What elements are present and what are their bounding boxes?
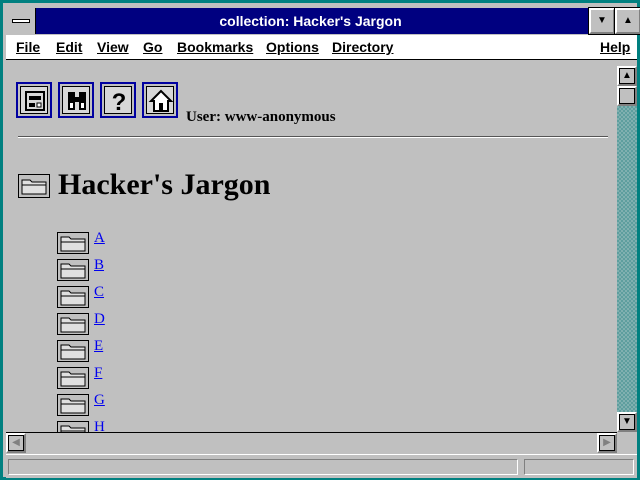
- browser-window: collection: Hacker's Jargon ▼ ▲ File Edi…: [0, 0, 640, 480]
- folder-icon: [57, 367, 89, 389]
- menu-view[interactable]: View: [97, 39, 129, 55]
- folder-icon: [57, 313, 89, 335]
- progress-indicator: [524, 459, 634, 475]
- list-item: E: [57, 338, 197, 364]
- entry-link[interactable]: G: [94, 392, 105, 409]
- scroll-track-horizontal: [26, 433, 596, 452]
- document-view: ? User: www-anonymous Hacker's Jargon AB…: [6, 66, 617, 432]
- menu-edit[interactable]: Edit: [56, 39, 82, 55]
- folder-icon[interactable]: [57, 313, 89, 335]
- folder-icon: [57, 394, 89, 416]
- entry-link[interactable]: F: [94, 365, 102, 382]
- horizontal-scrollbar[interactable]: ◀ ▶: [6, 432, 617, 453]
- menu-file[interactable]: File: [16, 39, 40, 55]
- folder-icon: [57, 259, 89, 281]
- menu-help[interactable]: Help: [600, 39, 630, 55]
- folder-icon: [57, 340, 89, 362]
- question-mark-icon: ?: [112, 89, 127, 114]
- folder-icon[interactable]: [57, 340, 89, 362]
- scroll-track[interactable]: [617, 106, 637, 412]
- scroll-right-button[interactable]: ▶: [597, 433, 617, 453]
- scroll-thumb[interactable]: [617, 86, 637, 106]
- binoculars-icon: [68, 92, 86, 110]
- home-button[interactable]: [142, 82, 178, 118]
- list-item: F: [57, 365, 197, 391]
- menu-directory[interactable]: Directory: [332, 39, 393, 55]
- vertical-scrollbar[interactable]: ▲ ▼: [617, 66, 637, 432]
- scrollbar-corner: [617, 432, 637, 452]
- folder-icon[interactable]: [57, 421, 89, 432]
- system-menu-icon: [12, 19, 30, 23]
- status-bar: [6, 454, 637, 478]
- folder-icon: [18, 174, 50, 198]
- folder-icon[interactable]: [57, 286, 89, 308]
- scroll-up-button[interactable]: ▲: [617, 66, 637, 86]
- menu-go[interactable]: Go: [143, 39, 162, 55]
- home-icon: [148, 89, 174, 112]
- folder-icon: [57, 232, 89, 254]
- page-title: Hacker's Jargon: [58, 168, 271, 201]
- folder-icon[interactable]: [57, 367, 89, 389]
- maximize-button[interactable]: ▲: [615, 8, 640, 34]
- list-item: G: [57, 392, 197, 418]
- entry-link[interactable]: A: [94, 230, 105, 247]
- entry-link[interactable]: H: [94, 419, 105, 432]
- collections-icon: [25, 91, 45, 111]
- folder-icon: [57, 421, 89, 432]
- entry-link[interactable]: E: [94, 338, 103, 355]
- collections-button[interactable]: [16, 82, 52, 118]
- search-button[interactable]: [58, 82, 94, 118]
- system-menu-button[interactable]: [6, 8, 36, 34]
- list-item: B: [57, 257, 197, 283]
- status-message: [8, 459, 518, 475]
- folder-icon: [57, 286, 89, 308]
- window-title: collection: Hacker's Jargon: [219, 13, 402, 29]
- list-item: C: [57, 284, 197, 310]
- menu-bar: File Edit View Go Bookmarks Options Dire…: [6, 35, 637, 60]
- scroll-down-button[interactable]: ▼: [617, 412, 637, 432]
- list-item: H: [57, 419, 197, 432]
- folder-icon[interactable]: [57, 259, 89, 281]
- user-label: User: www-anonymous: [186, 109, 336, 125]
- minimize-button[interactable]: ▼: [589, 8, 615, 34]
- folder-icon[interactable]: [57, 232, 89, 254]
- svg-text:?: ?: [112, 89, 127, 114]
- list-item: A: [57, 230, 197, 256]
- title-bar: collection: Hacker's Jargon ▼ ▲: [6, 8, 640, 34]
- menu-bookmarks[interactable]: Bookmarks: [177, 39, 253, 55]
- entry-link[interactable]: D: [94, 311, 105, 328]
- list-item: D: [57, 311, 197, 337]
- menu-options[interactable]: Options: [266, 39, 319, 55]
- help-button[interactable]: ?: [100, 82, 136, 118]
- entry-link[interactable]: B: [94, 257, 104, 274]
- scroll-left-button[interactable]: ◀: [6, 433, 26, 453]
- folder-icon[interactable]: [57, 394, 89, 416]
- divider: [18, 136, 608, 138]
- entry-link[interactable]: C: [94, 284, 104, 301]
